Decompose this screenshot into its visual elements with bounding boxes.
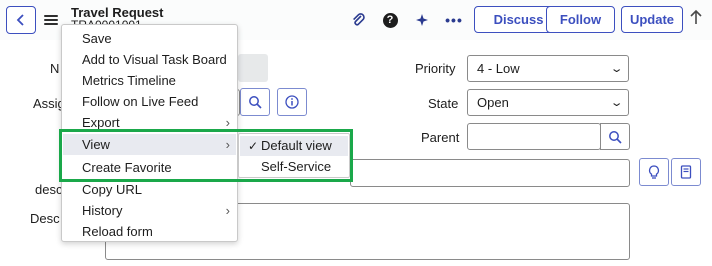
menu-item-metrics-timeline[interactable]: Metrics Timeline: [63, 70, 236, 91]
menu-item-history[interactable]: History ›: [63, 200, 236, 221]
search-icon: [609, 130, 622, 144]
description-label: Desc: [30, 211, 60, 226]
menu-item-view[interactable]: View ›: [63, 134, 236, 155]
submenu-item-default-view[interactable]: ✓ Default view: [240, 136, 348, 156]
more-options-icon[interactable]: •••: [444, 10, 464, 30]
hamburger-menu-icon[interactable]: [44, 12, 58, 28]
submenu-item-self-service[interactable]: Self-Service: [240, 157, 348, 177]
chevron-right-icon: ›: [225, 115, 230, 130]
suggestion-button[interactable]: [639, 158, 669, 186]
chevron-right-icon: ›: [225, 137, 230, 152]
chevron-down-icon: ⌄: [609, 63, 624, 75]
template-button[interactable]: [671, 158, 701, 186]
activity-icon[interactable]: [412, 10, 432, 30]
help-icon[interactable]: ?: [380, 10, 400, 30]
follow-button[interactable]: Follow: [546, 6, 615, 33]
record-title: Travel Request: [71, 5, 164, 20]
form-context-menu: Save Add to Visual Task Board Metrics Ti…: [61, 24, 238, 242]
short-description-label: desc: [35, 182, 63, 197]
number-label: N: [50, 61, 60, 76]
parent-label: Parent: [421, 130, 460, 145]
checkmark-icon: ✓: [248, 139, 259, 153]
up-arrow-icon[interactable]: [690, 9, 702, 30]
search-icon: [249, 96, 262, 109]
short-description-input[interactable]: [350, 159, 630, 187]
info-icon: [285, 95, 299, 109]
update-button[interactable]: Update: [621, 6, 683, 33]
book-icon: [680, 165, 692, 179]
parent-input[interactable]: [467, 123, 601, 150]
menu-item-export[interactable]: Export ›: [63, 112, 236, 133]
chevron-down-icon: ⌄: [609, 97, 624, 109]
state-value: Open: [477, 95, 509, 110]
priority-select[interactable]: 4 - Low ⌄: [467, 55, 629, 82]
number-field: [238, 54, 268, 82]
chevron-left-icon: [16, 14, 24, 26]
state-select[interactable]: Open ⌄: [467, 89, 629, 116]
priority-label: Priority: [415, 61, 456, 76]
lightbulb-icon: [648, 164, 660, 179]
menu-item-copy-url[interactable]: Copy URL: [63, 179, 236, 200]
back-button[interactable]: [6, 6, 36, 34]
paperclip-icon[interactable]: [348, 10, 368, 30]
parent-search-button[interactable]: [600, 123, 630, 150]
menu-item-follow-on-live-feed[interactable]: Follow on Live Feed: [63, 91, 236, 112]
chevron-right-icon: ›: [225, 203, 230, 218]
view-submenu: ✓ Default view Self-Service: [238, 133, 350, 178]
assigned-search-button[interactable]: [240, 88, 270, 116]
menu-item-create-favorite[interactable]: Create Favorite: [63, 157, 236, 178]
menu-item-add-to-visual-task-board[interactable]: Add to Visual Task Board: [63, 49, 236, 70]
menu-item-save[interactable]: Save: [63, 28, 236, 49]
menu-item-reload-form[interactable]: Reload form: [63, 221, 236, 242]
state-label: State: [428, 96, 459, 111]
assigned-info-button[interactable]: [277, 88, 307, 116]
priority-value: 4 - Low: [477, 61, 520, 76]
